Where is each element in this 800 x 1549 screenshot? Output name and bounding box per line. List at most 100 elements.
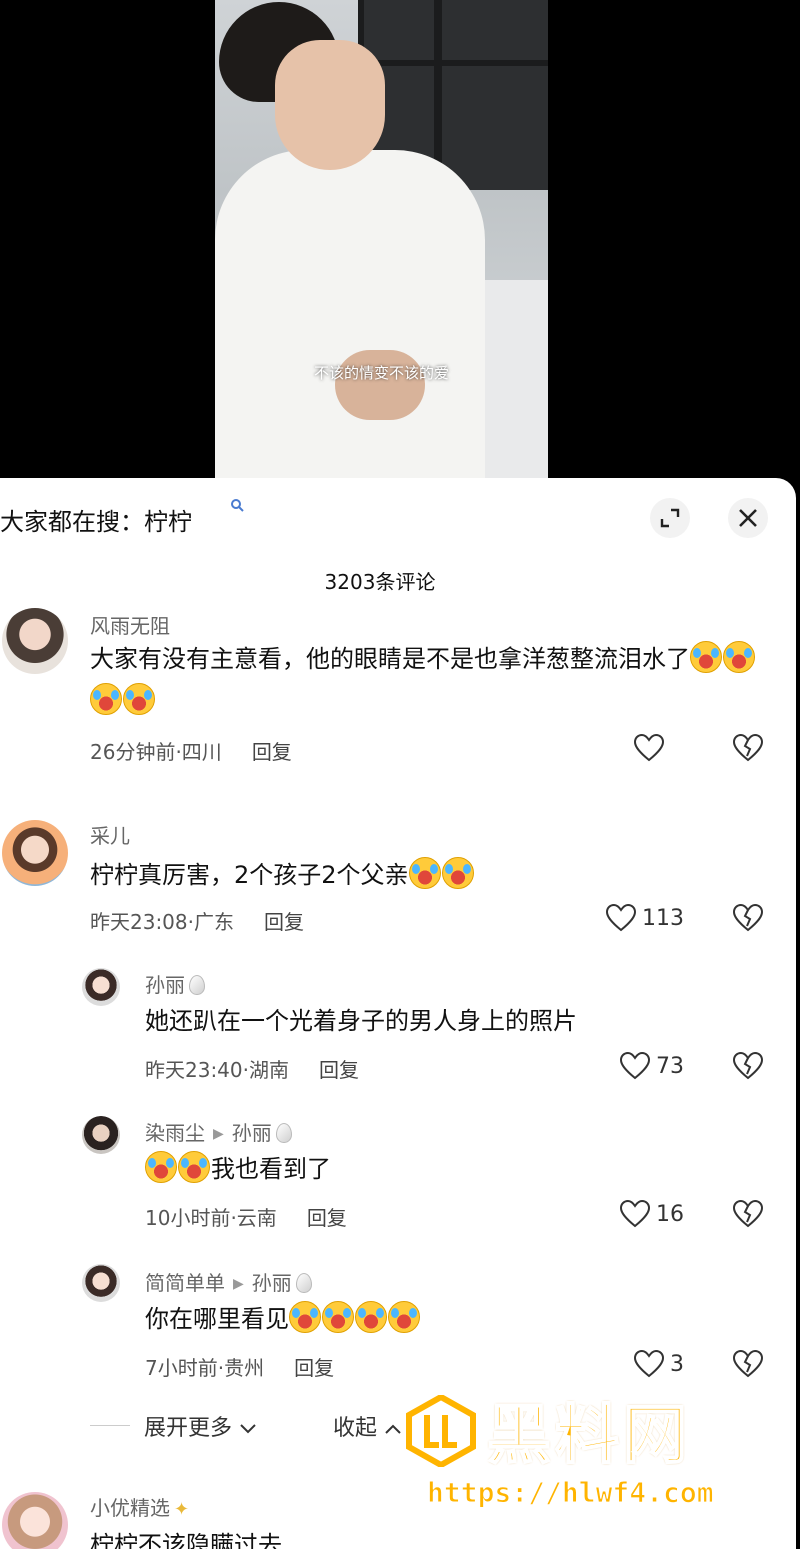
like-button[interactable]: 3 [634, 1350, 684, 1378]
avatar[interactable] [2, 1492, 68, 1549]
crying-laughing-emoji-icon [322, 1301, 354, 1333]
comment-author[interactable]: 小优精选 ✦ [90, 1492, 189, 1521]
crying-laughing-emoji-icon [90, 683, 122, 715]
crying-laughing-emoji-icon [123, 683, 155, 715]
reply-author-name[interactable]: 简简单单 [145, 1271, 225, 1295]
crying-laughing-emoji-icon [408, 857, 441, 889]
reply-time-location: 10小时前·云南 [145, 1206, 277, 1230]
person-shirt [215, 150, 485, 480]
like-button[interactable] [634, 734, 664, 762]
comment-text: 大家有没有主意看，他的眼睛是不是也拿洋葱整流泪水了 [90, 638, 770, 722]
like-button[interactable]: 16 [620, 1200, 684, 1228]
expand-more-label[interactable]: 展开更多 [144, 1416, 232, 1441]
expand-more-button[interactable]: 展开更多 [144, 1410, 257, 1442]
like-button[interactable]: 73 [620, 1052, 684, 1080]
fullscreen-icon [660, 508, 680, 528]
broken-heart-icon [732, 1051, 764, 1080]
reply-meta: 7小时前·贵州 回复 [145, 1352, 334, 1381]
reply-author[interactable]: 染雨尘 ▶ 孙丽 [145, 1117, 292, 1146]
collapse-label[interactable]: 收起 [333, 1416, 377, 1441]
reply-to-name[interactable]: 孙丽 [252, 1271, 292, 1295]
search-suggestion[interactable]: 大家都在搜：柠柠 [0, 502, 192, 537]
video-frame[interactable]: 不该的情变不该的爱 [215, 0, 548, 480]
avatar[interactable] [82, 1116, 120, 1154]
reply-meta: 昨天23:40·湖南 回复 [145, 1054, 359, 1083]
like-count: 113 [642, 905, 684, 931]
reply-button[interactable]: 回复 [307, 1206, 347, 1230]
broken-heart-icon [732, 733, 764, 762]
reply-arrow-icon: ▶ [213, 1126, 224, 1142]
reply-text-body: 我也看到了 [211, 1155, 331, 1183]
close-icon [739, 509, 757, 527]
sparkle-icon: ✦ [174, 1499, 190, 1520]
comment-text-body: 柠柠真厉害，2个孩子2个父亲 [90, 861, 409, 889]
comment-meta: 26分钟前·四川 回复 [90, 736, 292, 765]
watermark: 黑料网 https://hlwf4.com [405, 1390, 785, 1520]
crying-laughing-emoji-icon [289, 1301, 321, 1333]
divider-line [90, 1425, 130, 1426]
comment-meta: 昨天23:08·广东 回复 [90, 906, 304, 935]
heart-icon [620, 1200, 650, 1228]
avatar[interactable] [2, 608, 68, 674]
comment-text: 柠柠真厉害，2个孩子2个父亲 [90, 854, 770, 896]
reply-button[interactable]: 回复 [264, 910, 304, 934]
watermark-title: 黑料网 [486, 1398, 691, 1474]
heart-icon [634, 734, 664, 762]
reply-meta: 10小时前·云南 回复 [145, 1202, 347, 1231]
avatar[interactable] [2, 820, 68, 886]
dislike-button[interactable] [732, 1051, 764, 1084]
avatar[interactable] [82, 968, 120, 1006]
chevron-down-icon [240, 1424, 256, 1434]
reply-button[interactable]: 回复 [252, 740, 292, 764]
collapse-button[interactable]: 收起 [333, 1410, 402, 1442]
crying-laughing-emoji-icon [388, 1301, 420, 1333]
comment-author[interactable]: 采儿 [90, 820, 130, 849]
dislike-button[interactable] [732, 903, 764, 936]
fullscreen-button[interactable] [650, 498, 690, 538]
comment-author[interactable]: 风雨无阻 [90, 610, 170, 639]
reply-author-name[interactable]: 染雨尘 [145, 1121, 205, 1145]
heart-icon [620, 1052, 650, 1080]
like-count: 16 [656, 1201, 684, 1227]
reply-author[interactable]: 孙丽 [145, 969, 205, 998]
crying-laughing-emoji-icon [355, 1301, 387, 1333]
reply-author-name[interactable]: 孙丽 [145, 973, 185, 997]
like-button[interactable]: 113 [606, 904, 684, 932]
crying-laughing-emoji-icon [178, 1151, 210, 1183]
broken-heart-icon [732, 903, 764, 932]
search-suggestion-row[interactable]: 大家都在搜：柠柠 [0, 498, 796, 538]
egg-badge-icon [295, 1273, 312, 1293]
egg-badge-icon [275, 1123, 292, 1143]
dislike-button[interactable] [732, 733, 764, 766]
dislike-button[interactable] [732, 1199, 764, 1232]
crying-laughing-emoji-icon [441, 857, 474, 889]
reply-author[interactable]: 简简单单 ▶ 孙丽 [145, 1267, 312, 1296]
crying-laughing-emoji-icon [690, 641, 722, 673]
reply-button[interactable]: 回复 [294, 1356, 334, 1380]
search-icon [230, 498, 244, 516]
person-hand [335, 350, 425, 420]
avatar[interactable] [82, 1264, 120, 1302]
watermark-logo-icon [406, 1395, 476, 1467]
broken-heart-icon [732, 1199, 764, 1228]
video-subtitle: 不该的情变不该的爱 [313, 364, 449, 382]
chevron-up-icon [385, 1424, 401, 1434]
crying-laughing-emoji-icon [723, 641, 755, 673]
reply-arrow-icon: ▶ [233, 1276, 244, 1292]
reply-button[interactable]: 回复 [319, 1058, 359, 1082]
comment-count: 3203条评论 [324, 570, 436, 594]
reply-text: 你在哪里看见 [145, 1298, 765, 1340]
reply-text-body: 你在哪里看见 [145, 1305, 289, 1333]
video-player[interactable]: 不该的情变不该的爱 [0, 0, 800, 480]
comment-author-name[interactable]: 小优精选 [90, 1496, 170, 1520]
dislike-button[interactable] [732, 1349, 764, 1382]
watermark-url: https://hlwf4.com [427, 1476, 715, 1510]
close-button[interactable] [728, 498, 768, 538]
heart-icon [606, 904, 636, 932]
crying-laughing-emoji-icon [145, 1151, 177, 1183]
like-count: 3 [670, 1351, 684, 1377]
comment-text-body: 大家有没有主意看，他的眼睛是不是也拿洋葱整流泪水了 [90, 645, 690, 673]
person-face [275, 40, 385, 170]
reply-to-name[interactable]: 孙丽 [232, 1121, 272, 1145]
comment-time-location: 26分钟前·四川 [90, 740, 222, 764]
